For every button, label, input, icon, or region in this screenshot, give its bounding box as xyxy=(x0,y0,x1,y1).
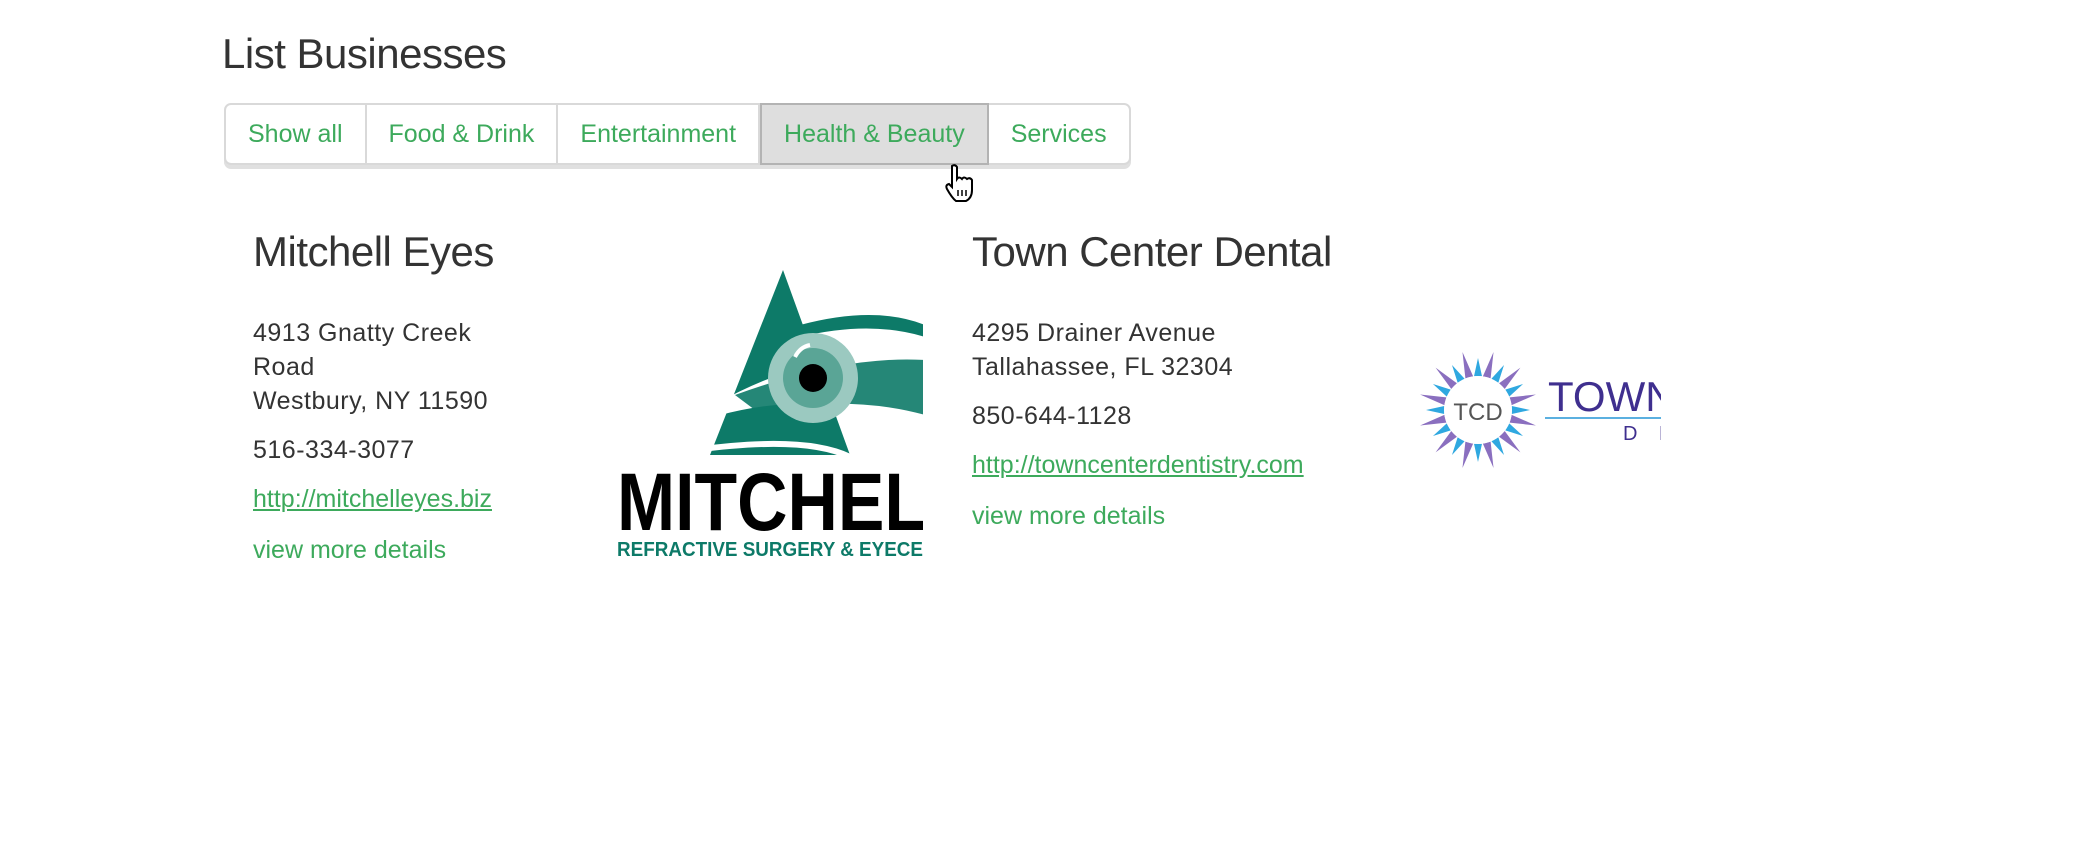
logo-tagline: REFRACTIVE SURGERY & EYECE xyxy=(617,539,923,560)
starburst-ray xyxy=(1499,367,1521,389)
starburst-ray xyxy=(1499,431,1521,453)
business-address: 4295 Drainer Avenue Tallahassee, FL 3230… xyxy=(972,316,1332,384)
view-more-details-link[interactable]: view more details xyxy=(972,502,1332,531)
starburst-ray xyxy=(1420,414,1447,426)
filter-food-drink[interactable]: Food & Drink xyxy=(367,105,559,163)
business-website-link[interactable]: http://mitchelleyes.biz xyxy=(253,485,492,513)
business-name: Town Center Dental xyxy=(972,228,1332,275)
starburst-ray xyxy=(1482,352,1494,379)
address-line: 4295 Drainer Avenue xyxy=(972,319,1216,347)
filter-entertainment[interactable]: Entertainment xyxy=(558,105,761,163)
starburst-ray xyxy=(1426,406,1445,414)
business-name: Mitchell Eyes xyxy=(253,228,494,275)
business-logo: TCD TOWN D E xyxy=(1418,348,1661,473)
starburst-ray xyxy=(1474,443,1482,462)
business-logo: MITCHEL REFRACTIVE SURGERY & EYECE xyxy=(615,265,923,560)
filter-services[interactable]: Services xyxy=(989,105,1129,163)
starburst-ray xyxy=(1511,406,1530,414)
logo-sub: D E xyxy=(1623,423,1661,445)
eye-triangle-logo-icon: MITCHEL REFRACTIVE SURGERY & EYECE xyxy=(617,270,923,560)
starburst-ray xyxy=(1420,394,1447,406)
logo-wordmark: MITCHEL xyxy=(617,457,923,548)
business-website-link[interactable]: http://towncenterdentistry.com xyxy=(972,451,1304,479)
starburst-ray xyxy=(1474,358,1482,377)
view-more-details-link[interactable]: view more details xyxy=(253,536,494,565)
starburst-ray xyxy=(1509,414,1536,426)
category-filter-group: Show all Food & Drink Entertainment Heal… xyxy=(224,103,1131,165)
starburst-ray xyxy=(1435,431,1457,453)
address-line: 4913 Gnatty Creek xyxy=(253,319,472,347)
address-line: Road xyxy=(253,353,315,381)
logo-wordmark: TOWN xyxy=(1548,373,1661,420)
business-phone: 516-334-3077 xyxy=(253,436,415,464)
business-card: Mitchell Eyes 4913 Gnatty Creek Road Wes… xyxy=(253,228,494,565)
business-address: 4913 Gnatty Creek Road Westbury, NY 1159… xyxy=(253,316,494,418)
starburst-ray xyxy=(1509,394,1536,406)
hand-pointer-cursor-icon xyxy=(942,164,976,207)
filter-show-all[interactable]: Show all xyxy=(226,105,367,163)
business-card: Town Center Dental 4295 Drainer Avenue T… xyxy=(972,228,1332,531)
starburst-logo-icon: TCD TOWN D E xyxy=(1420,352,1661,468)
starburst-ray xyxy=(1482,441,1494,468)
filter-health-beauty[interactable]: Health & Beauty xyxy=(760,103,989,165)
starburst-ray xyxy=(1462,352,1474,379)
address-line: Tallahassee, FL 32304 xyxy=(972,353,1234,381)
business-phone: 850-644-1128 xyxy=(972,402,1132,430)
starburst-ray xyxy=(1462,441,1474,468)
address-line: Westbury, NY 11590 xyxy=(253,387,489,415)
page-title: List Businesses xyxy=(222,30,507,77)
logo-badge-text: TCD xyxy=(1453,399,1502,426)
starburst-ray xyxy=(1435,367,1457,389)
